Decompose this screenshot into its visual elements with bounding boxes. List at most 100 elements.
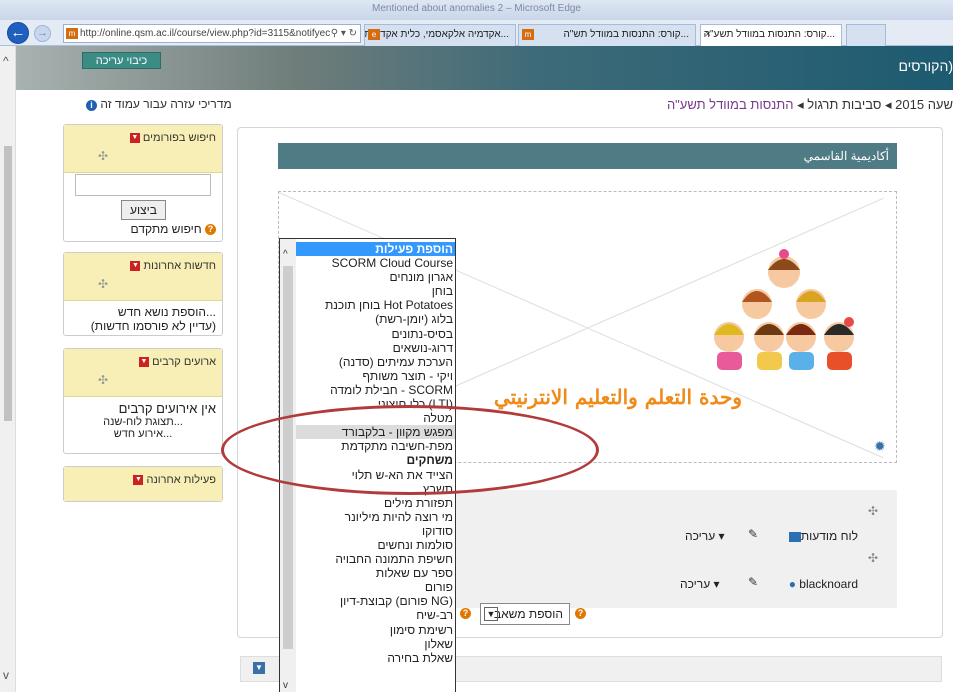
- activity-link[interactable]: ● blacknoard: [789, 577, 858, 591]
- back-button[interactable]: ←: [7, 22, 29, 44]
- listbox-option[interactable]: רשימת סימון: [296, 623, 455, 637]
- forum-search-input[interactable]: [75, 174, 211, 196]
- edit-menu[interactable]: עריכה ▾: [685, 529, 725, 543]
- listbox-option[interactable]: ספר עם שאלות: [296, 566, 455, 580]
- breadcrumb-item[interactable]: סביבות תרגול: [807, 97, 881, 112]
- listbox-option[interactable]: סולמות ונחשים: [296, 538, 455, 552]
- page-scrollbar[interactable]: ^ v: [0, 46, 16, 692]
- address-bar[interactable]: m http://online.qsm.ac.il/course/view.ph…: [63, 24, 361, 43]
- window-titlebar: Mentioned about anomalies 2 – Microsoft …: [0, 0, 953, 20]
- listbox-option[interactable]: קבוצת-דיון (פורום NG): [296, 594, 455, 608]
- collapse-icon[interactable]: ▼: [130, 261, 141, 272]
- help-icon[interactable]: ?: [460, 608, 471, 619]
- block-title-text: ארועים קרבים: [152, 356, 216, 368]
- tab-favicon-icon: e: [368, 29, 380, 40]
- no-events-text: אין אירועים קרבים: [118, 401, 216, 416]
- breadcrumb-separator-icon: ◂: [797, 97, 804, 112]
- browser-tab-active[interactable]: × ...קורס: התנסות במוודל תשע"ה: [700, 24, 842, 46]
- collapse-icon[interactable]: ▼: [139, 357, 150, 368]
- listbox-option[interactable]: מי רוצה להיות מיליונר: [296, 510, 455, 524]
- browser-tab[interactable]: e ...אקדמיה אלקאסמי, כלית אקדמית לחינוך: [364, 24, 516, 46]
- block-content: הוספת נושא חדש... (עדיין לא פורסמו חדשות…: [64, 301, 222, 337]
- scroll-down-icon[interactable]: v: [283, 680, 288, 691]
- chevron-down-icon[interactable]: ▼: [484, 607, 498, 621]
- edit-pencil-icon[interactable]: ✎: [748, 575, 758, 589]
- breadcrumb: שעה 2015 ◂ סביבות תרגול ◂ התנסות במוודל …: [667, 97, 953, 113]
- block-title: ▼ ארועים קרבים: [137, 356, 216, 368]
- listbox-option[interactable]: הערכת עמיתים (סדנה): [296, 355, 455, 369]
- help-icon[interactable]: ?: [575, 608, 586, 619]
- edit-pencil-icon[interactable]: ✎: [748, 527, 758, 541]
- window-title: Mentioned about anomalies 2 – Microsoft …: [371, 3, 581, 14]
- move-icon[interactable]: ✣: [98, 149, 108, 163]
- listbox-option[interactable]: ויקי - תוצר משותף: [296, 369, 455, 383]
- help-link-text: מדריכי עזרה עבור עמוד זה: [100, 97, 232, 111]
- collapse-icon[interactable]: ▼: [133, 475, 144, 486]
- move-icon[interactable]: ✣: [98, 277, 108, 291]
- scroll-thumb[interactable]: [4, 146, 12, 421]
- new-event-link[interactable]: אירוע חדש...: [70, 428, 216, 440]
- tab-label: ...קורס: התנסות במוודל תשע"ה: [703, 29, 835, 40]
- close-tab-icon[interactable]: ×: [705, 25, 711, 45]
- add-resource-label: הוספת משאב: [493, 607, 563, 621]
- listbox-option[interactable]: בוחן תוכנת Hot Potatoes: [296, 298, 455, 312]
- listbox-option[interactable]: תפזורת מילים: [296, 496, 455, 510]
- move-icon[interactable]: ✣: [868, 504, 878, 518]
- listbox-option[interactable]: הוספת פעילות: [296, 242, 455, 257]
- block-header: ▼ פעילות אחרונה: [64, 467, 222, 501]
- forward-button[interactable]: →: [34, 25, 51, 42]
- listbox-option[interactable]: אגרון מונחים: [296, 270, 455, 284]
- section-title: أكاديمية القاسمي: [278, 143, 897, 169]
- listbox-option[interactable]: פורום: [296, 580, 455, 594]
- kids-illustration: [714, 249, 854, 370]
- edit-menu[interactable]: עריכה ▾: [680, 577, 720, 591]
- move-icon[interactable]: ✣: [868, 551, 878, 565]
- breadcrumb-item[interactable]: שעה 2015: [895, 97, 953, 112]
- listbox-option[interactable]: בוחן: [296, 284, 455, 298]
- new-tab-button[interactable]: [846, 24, 886, 46]
- browser-tab[interactable]: m ...קורס: התנסות במוודל תש"ה: [518, 24, 696, 46]
- block-title-text: פעילות אחרונה: [146, 474, 216, 486]
- globe-icon: ●: [788, 577, 796, 591]
- gear-icon[interactable]: ✹: [874, 438, 886, 455]
- move-icon[interactable]: ✣: [98, 373, 108, 387]
- add-resource-select[interactable]: הוספת משאב ▼: [480, 603, 570, 625]
- block-title: ▼ פעילות אחרונה: [131, 474, 216, 486]
- scroll-up-icon[interactable]: ^: [283, 249, 288, 260]
- activity-link[interactable]: לוח מודעות: [786, 529, 858, 543]
- help-link[interactable]: i מדריכי עזרה עבור עמוד זה: [86, 97, 232, 111]
- calendar-link[interactable]: תצוגת לוח-שנה...: [70, 416, 216, 428]
- add-topic-link[interactable]: הוספת נושא חדש...: [70, 305, 216, 319]
- listbox-option[interactable]: SCORM Cloud Course: [296, 256, 455, 270]
- upcoming-events-block: ▼ ארועים קרבים ✣ אין אירועים קרבים תצוגת…: [63, 348, 223, 454]
- advanced-search-text: חיפוש מתקדם: [130, 222, 202, 236]
- forum-search-block: ▼ חיפוש בפורומים ✣ ביצוע חיפוש מתקדם ?: [63, 124, 223, 242]
- activity-name: blacknoard: [799, 577, 858, 591]
- latest-news-block: ▼ חדשות אחרונות ✣ הוספת נושא חדש... (עדי…: [63, 252, 223, 336]
- advanced-search-link[interactable]: חיפוש מתקדם ?: [131, 222, 216, 236]
- edit-label: עריכה: [680, 577, 711, 591]
- listbox-option[interactable]: שאלת בחירה: [296, 651, 455, 665]
- scroll-down-icon[interactable]: v: [3, 668, 9, 682]
- breadcrumb-separator-icon: ◂: [885, 97, 892, 112]
- activity-name: לוח מודעות: [800, 529, 858, 543]
- collapse-icon[interactable]: ▼: [129, 133, 140, 144]
- listbox-option[interactable]: שאלון: [296, 637, 455, 651]
- block-header: ▼ חדשות אחרונות ✣: [64, 253, 222, 301]
- listbox-option[interactable]: בסיס-נתונים: [296, 327, 455, 341]
- scroll-up-icon[interactable]: ^: [3, 54, 9, 68]
- breadcrumb-current[interactable]: התנסות במוודל תשע"ה: [667, 97, 794, 112]
- listbox-option[interactable]: סודוקו: [296, 524, 455, 538]
- turn-editing-off-button[interactable]: כיבוי עריכה: [82, 52, 161, 69]
- search-refresh-icon[interactable]: ⚲ ▾ ↻: [331, 25, 357, 42]
- search-go-button[interactable]: ביצוע: [121, 200, 166, 220]
- block-title: ▼ חיפוש בפורומים: [128, 132, 216, 144]
- listbox-option[interactable]: דרוג-נושאים: [296, 341, 455, 355]
- tab-label: ...קורס: התנסות במוודל תש"ה: [563, 29, 689, 40]
- listbox-option[interactable]: חשיפת התמונה החבויה: [296, 552, 455, 566]
- listbox-option[interactable]: חבילת לומדה - SCORM: [296, 383, 455, 397]
- browser-toolbar: ← → m http://online.qsm.ac.il/course/vie…: [0, 20, 953, 46]
- listbox-option[interactable]: רב-שיח: [296, 608, 455, 622]
- help-icon[interactable]: ?: [205, 224, 216, 236]
- listbox-option[interactable]: בלוג (יומן-רשת): [296, 312, 455, 326]
